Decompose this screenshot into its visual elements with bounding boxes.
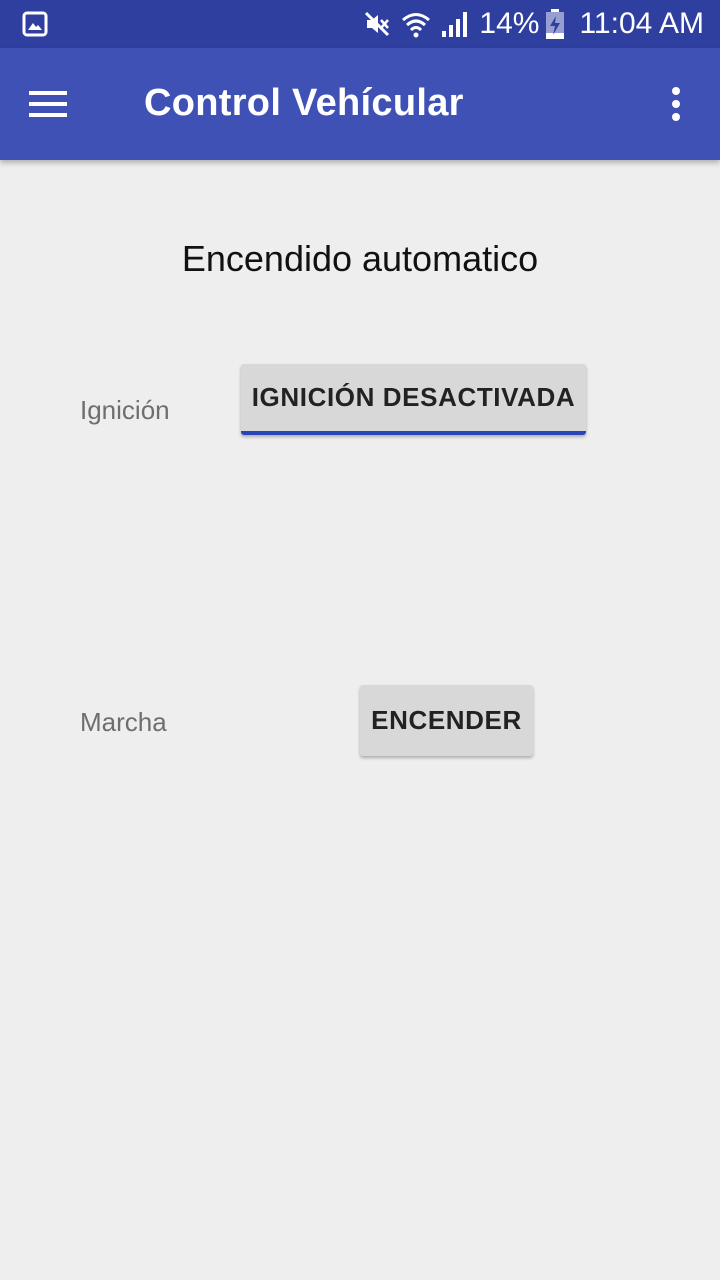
app-bar: Control Vehícular: [0, 48, 720, 160]
mute-icon: [365, 11, 390, 37]
app-title: Control Vehícular: [144, 82, 464, 124]
wifi-icon: [402, 13, 431, 38]
ignition-label: Ignición: [80, 395, 170, 425]
more-vert-icon: [672, 87, 680, 121]
status-bar: 14% 11:04 AM: [0, 0, 720, 48]
battery-charging-icon: [546, 9, 565, 39]
image-icon: [22, 11, 48, 37]
menu-button[interactable]: [12, 72, 84, 136]
signal-icon: [442, 12, 468, 37]
march-label: Marcha: [80, 707, 167, 737]
clock: 11:04 AM: [579, 7, 704, 40]
hamburger-menu-icon: [29, 91, 67, 117]
overflow-menu-button[interactable]: [648, 72, 704, 136]
battery-percent: 14%: [479, 7, 540, 40]
ignition-toggle-button[interactable]: IGNICIÓN DESACTIVADA: [241, 364, 586, 435]
section-title: Encendido automatico: [181, 238, 539, 279]
status-icons: 14% 11:04 AM: [363, 0, 704, 48]
start-engine-button[interactable]: ENCENDER: [360, 685, 533, 756]
